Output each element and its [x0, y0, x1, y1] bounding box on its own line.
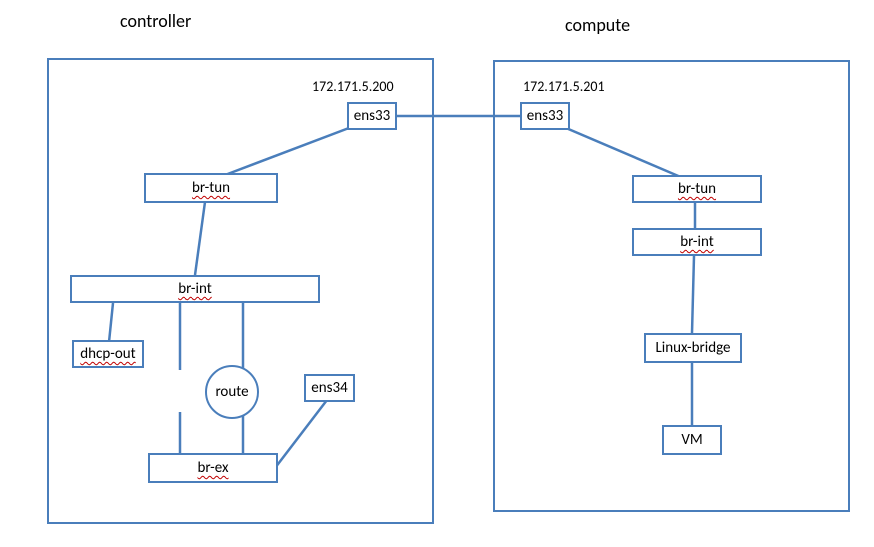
compute-linux-bridge: Linux-bridge [644, 333, 742, 363]
controller-br-ex-label: br-ex [198, 459, 229, 477]
controller-ens34: ens34 [304, 374, 355, 402]
compute-vm: VM [662, 425, 722, 455]
compute-linux-bridge-label: Linux-bridge [656, 339, 731, 357]
controller-route-label: route [215, 383, 248, 401]
controller-br-ex: br-ex [148, 453, 278, 483]
controller-br-tun: br-tun [144, 173, 278, 203]
compute-br-tun-label: br-tun [678, 180, 716, 198]
compute-br-int-label: br-int [680, 233, 713, 251]
controller-ens33-label: ens33 [354, 107, 390, 125]
controller-route: route [205, 365, 259, 419]
compute-ens33: ens33 [520, 102, 570, 130]
controller-dhcp-out: dhcp-out [72, 340, 144, 368]
controller-ens33: ens33 [347, 102, 397, 130]
compute-ens33-label: ens33 [527, 107, 563, 125]
controller-br-tun-label: br-tun [192, 179, 230, 197]
controller-title: controller [120, 10, 191, 32]
controller-br-int-label: br-int [178, 280, 211, 298]
compute-title: compute [565, 14, 630, 36]
controller-br-int: br-int [70, 275, 320, 303]
compute-br-int: br-int [632, 228, 762, 256]
compute-vm-label: VM [681, 431, 702, 449]
controller-dhcp-out-label: dhcp-out [80, 345, 135, 363]
compute-br-tun: br-tun [632, 175, 762, 203]
diagram-canvas: controller compute 172.171.5.200 172.171… [0, 0, 874, 547]
controller-ens34-label: ens34 [311, 379, 347, 397]
